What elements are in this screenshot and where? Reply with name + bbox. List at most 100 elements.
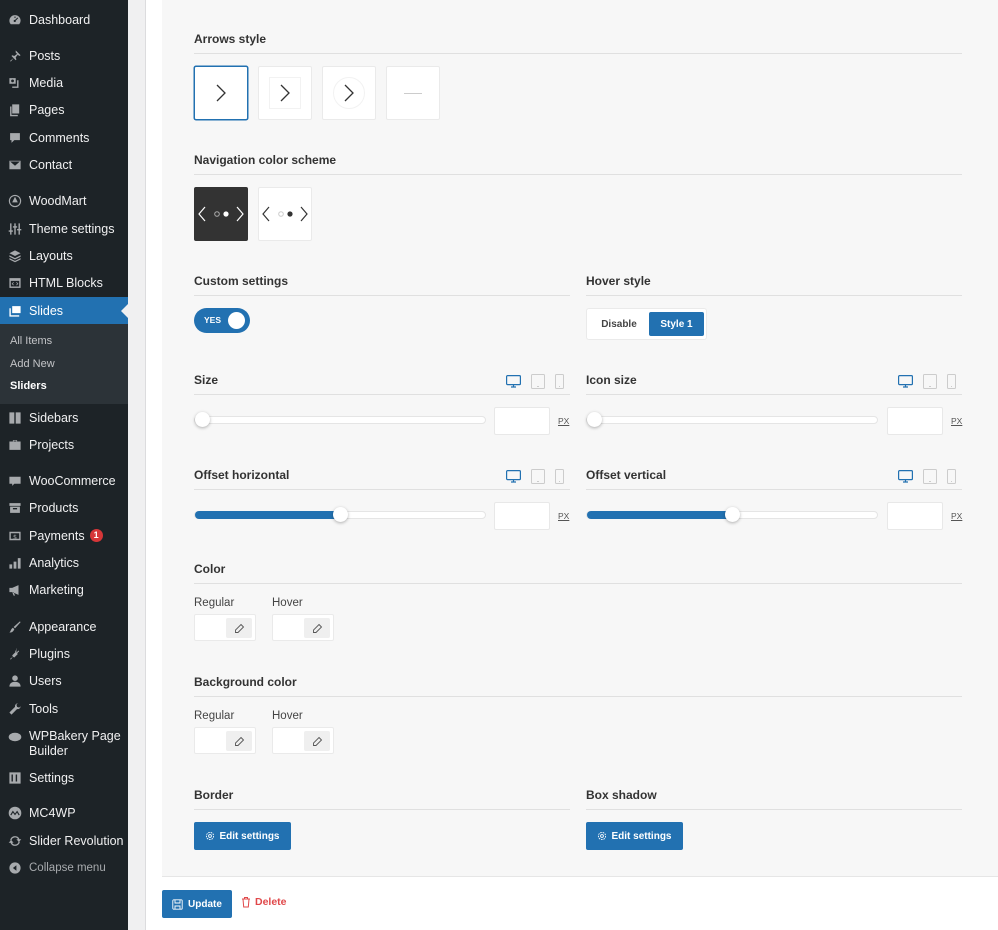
mobile-icon[interactable] — [555, 374, 564, 389]
arrow-style-option-1[interactable] — [194, 66, 248, 120]
menu-theme-settings[interactable]: Theme settings — [0, 215, 128, 242]
color-picker-button[interactable] — [304, 731, 330, 751]
menu-payments[interactable]: $ Payments 1 — [0, 522, 128, 549]
tablet-icon[interactable] — [531, 374, 545, 389]
menu-products[interactable]: Products — [0, 494, 128, 521]
size-input[interactable] — [494, 407, 550, 435]
bg-color-hover-picker[interactable] — [272, 727, 334, 754]
brush-icon — [8, 620, 22, 634]
menu-wpbakery[interactable]: WPBakery Page Builder — [0, 729, 128, 763]
icon-size-unit[interactable]: PX — [951, 416, 962, 426]
tablet-icon[interactable] — [923, 374, 937, 389]
menu-woodmart[interactable]: WoodMart — [0, 187, 128, 214]
offset-vertical-slider[interactable] — [586, 507, 878, 522]
desktop-icon[interactable] — [898, 375, 913, 388]
slider-thumb[interactable] — [333, 507, 348, 522]
menu-settings[interactable]: Settings — [0, 764, 128, 791]
eyedropper-icon — [234, 623, 244, 633]
archive-icon — [8, 501, 22, 515]
pin-icon — [8, 49, 22, 63]
menu-label: HTML Blocks — [29, 275, 103, 290]
desktop-icon[interactable] — [506, 375, 521, 388]
box-shadow-edit-settings-button[interactable]: Edit settings — [586, 822, 683, 850]
tablet-icon[interactable] — [531, 469, 545, 484]
nav-color-scheme-title: Navigation color scheme — [194, 153, 337, 167]
button-label: Edit settings — [219, 830, 280, 842]
menu-users[interactable]: Users — [0, 667, 128, 694]
menu-pages[interactable]: Pages — [0, 96, 128, 123]
nav-dark-preview-icon — [198, 206, 244, 222]
border-edit-settings-button[interactable]: Edit settings — [194, 822, 291, 850]
bg-color-regular-picker[interactable] — [194, 727, 256, 754]
menu-html-blocks[interactable]: HTML Blocks — [0, 269, 128, 296]
offset-vertical-unit[interactable]: PX — [951, 511, 962, 521]
comment-icon — [8, 131, 22, 145]
hover-style-style1[interactable]: Style 1 — [649, 312, 704, 336]
menu-plugins[interactable]: Plugins — [0, 640, 128, 667]
nav-scheme-light-option[interactable] — [258, 187, 312, 241]
wrench-icon — [8, 702, 22, 716]
menu-comments[interactable]: Comments — [0, 124, 128, 151]
offset-horizontal-unit[interactable]: PX — [558, 511, 569, 521]
size-slider[interactable] — [194, 412, 486, 427]
menu-label: Collapse menu — [29, 861, 106, 874]
submenu-sliders[interactable]: Sliders — [10, 380, 47, 392]
gear-icon — [206, 831, 215, 841]
icon-size-slider[interactable] — [586, 412, 878, 427]
menu-analytics[interactable]: Analytics — [0, 549, 128, 576]
color-picker-button[interactable] — [226, 618, 252, 638]
menu-projects[interactable]: Projects — [0, 431, 128, 458]
collapse-menu-button[interactable]: Collapse menu — [0, 854, 128, 881]
menu-label: WPBakery Page Builder — [29, 729, 121, 759]
color-picker-button[interactable] — [226, 731, 252, 751]
color-regular-picker[interactable] — [194, 614, 256, 641]
sidebar-gutter — [128, 0, 146, 930]
nav-scheme-dark-option[interactable] — [194, 187, 248, 241]
slider-thumb[interactable] — [195, 412, 210, 427]
menu-label: Settings — [29, 770, 75, 785]
submenu-all-items[interactable]: All Items — [10, 335, 52, 347]
menu-dashboard[interactable]: Dashboard — [0, 6, 128, 33]
tablet-icon[interactable] — [923, 469, 937, 484]
menu-tools[interactable]: Tools — [0, 695, 128, 722]
menu-label-line2: Builder — [29, 744, 68, 758]
offset-horizontal-input[interactable] — [494, 502, 550, 530]
update-button[interactable]: Update — [162, 890, 232, 918]
menu-label: Appearance — [29, 619, 97, 634]
color-hover-picker[interactable] — [272, 614, 334, 641]
layers-icon — [8, 249, 22, 263]
menu-slides[interactable]: Slides — [0, 297, 128, 324]
menu-woocommerce[interactable]: WooCommerce — [0, 467, 128, 494]
menu-media[interactable]: Media — [0, 69, 128, 96]
arrow-style-option-3[interactable] — [322, 66, 376, 120]
menu-slider-revolution[interactable]: Slider Revolution — [0, 827, 128, 854]
icon-size-input[interactable] — [887, 407, 943, 435]
desktop-icon[interactable] — [506, 470, 521, 483]
menu-mc4wp[interactable]: MC4WP — [0, 799, 128, 826]
eyedropper-icon — [312, 623, 322, 633]
menu-contact[interactable]: Contact — [0, 151, 128, 178]
divider — [194, 53, 962, 54]
submenu-add-new[interactable]: Add New — [10, 358, 55, 370]
slider-thumb[interactable] — [587, 412, 602, 427]
size-unit[interactable]: PX — [558, 416, 569, 426]
hover-style-disable[interactable]: Disable — [590, 312, 648, 336]
mobile-icon[interactable] — [947, 469, 956, 484]
desktop-icon[interactable] — [898, 470, 913, 483]
custom-settings-toggle[interactable]: YES — [194, 308, 250, 333]
slider-thumb[interactable] — [725, 507, 740, 522]
color-picker-button[interactable] — [304, 618, 330, 638]
arrow-style-option-none[interactable] — [386, 66, 440, 120]
slider-fill — [587, 511, 732, 519]
mobile-icon[interactable] — [555, 469, 564, 484]
menu-marketing[interactable]: Marketing — [0, 576, 128, 603]
menu-layouts[interactable]: Layouts — [0, 242, 128, 269]
menu-posts[interactable]: Posts — [0, 42, 128, 69]
delete-button[interactable]: Delete — [241, 896, 287, 908]
menu-sidebars[interactable]: Sidebars — [0, 404, 128, 431]
arrow-style-option-2[interactable] — [258, 66, 312, 120]
menu-appearance[interactable]: Appearance — [0, 613, 128, 640]
mobile-icon[interactable] — [947, 374, 956, 389]
offset-vertical-input[interactable] — [887, 502, 943, 530]
offset-horizontal-slider[interactable] — [194, 507, 486, 522]
